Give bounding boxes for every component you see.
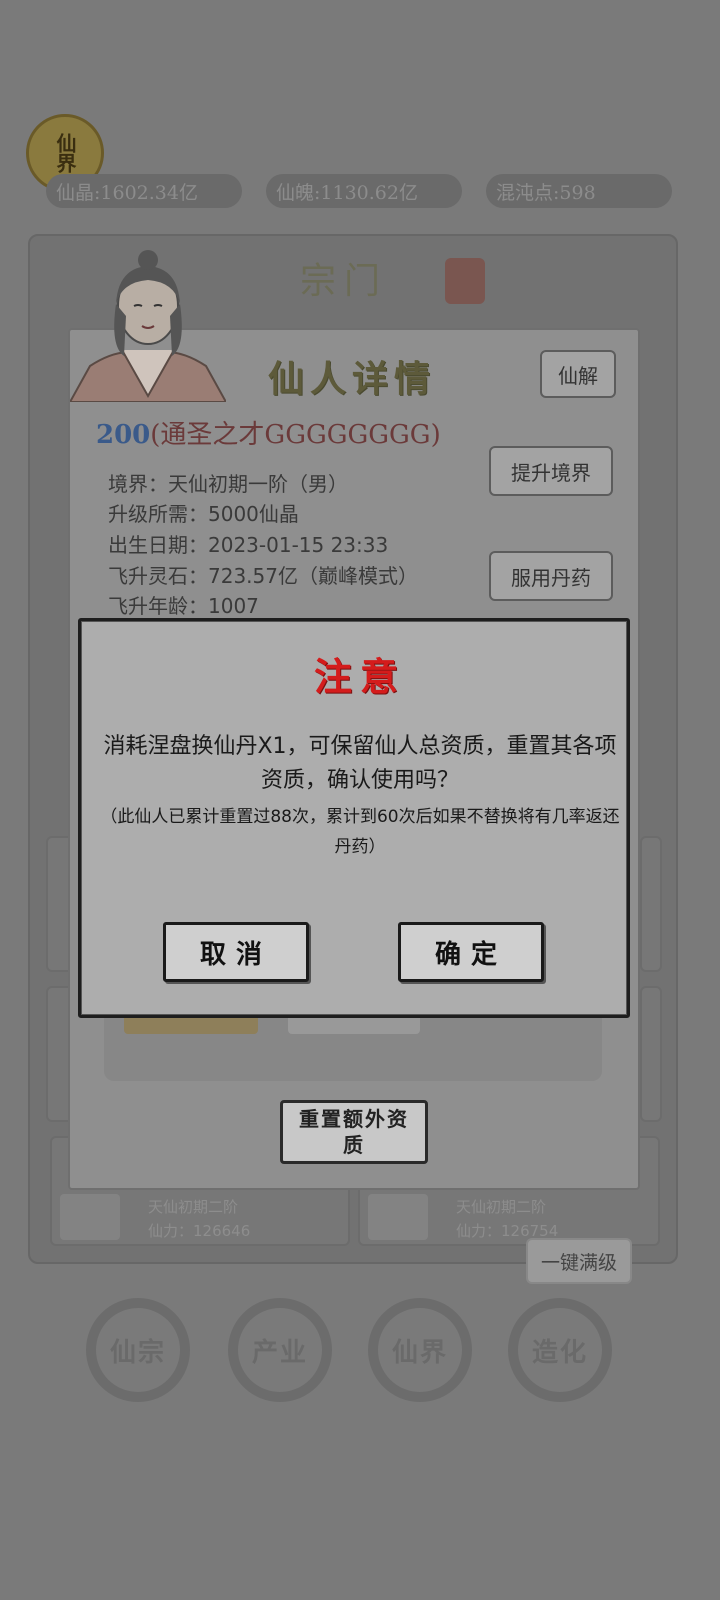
nav-chanye[interactable]: 产业	[228, 1298, 332, 1402]
aptitude-number: 200	[96, 420, 151, 450]
info-ascend-stone: 飞升灵石：723.57亿（巅峰模式）	[108, 564, 418, 588]
confirm-button[interactable]: 确定	[398, 922, 544, 982]
detail-title: 仙人详情	[268, 358, 437, 400]
cancel-button[interactable]: 取消	[163, 922, 309, 982]
resource-xianjing: 仙晶:1602.34亿	[46, 174, 242, 208]
dialog-note: （此仙人已累计重置过88次，累计到60次后如果不替换将有几率返还丹药）	[100, 807, 620, 857]
nav-xianzong[interactable]: 仙宗	[86, 1298, 190, 1402]
info-birth-date: 出生日期：2023-01-15 23:33	[108, 533, 389, 557]
seal-icon	[445, 258, 485, 304]
take-pill-button[interactable]: 服用丹药	[489, 551, 613, 601]
aptitude-rating: 200(通圣之才GGGGGGGG)	[96, 414, 441, 451]
bg-card-right-2	[640, 986, 662, 1122]
avatar	[60, 1194, 120, 1240]
resource-hundun: 混沌点:598	[486, 174, 672, 208]
reset-extra-aptitude-button[interactable]: 重置额外资质	[280, 1100, 428, 1164]
disciple-realm: 天仙初期二阶	[148, 1198, 239, 1216]
nav-xianjie[interactable]: 仙界	[368, 1298, 472, 1402]
xianjie-button[interactable]: 仙解	[540, 350, 616, 398]
avatar	[368, 1194, 428, 1240]
info-realm: 境界：天仙初期一阶（男）	[108, 472, 348, 496]
sect-title: 宗门	[300, 261, 389, 302]
aptitude-label: (通圣之才GGGGGGGG)	[150, 420, 441, 450]
resource-xianpo: 仙魄:1130.62亿	[266, 174, 462, 208]
character-portrait	[70, 250, 226, 402]
nav-zaohua[interactable]: 造化	[508, 1298, 612, 1402]
disciple-power: 仙力：126646	[148, 1222, 251, 1240]
upgrade-realm-button[interactable]: 提升境界	[489, 446, 613, 496]
dialog-message: 消耗涅盘换仙丹X1，可保留仙人总资质，重置其各项资质，确认使用吗？	[103, 734, 617, 793]
bg-card-right	[640, 836, 662, 972]
info-upgrade-cost: 升级所需：5000仙晶	[108, 502, 299, 526]
one-key-max-button[interactable]: 一键满级	[526, 1238, 632, 1284]
dialog-title: 注意	[313, 654, 406, 699]
disciple-realm: 天仙初期二阶	[456, 1198, 547, 1216]
info-ascend-age: 飞升年龄：1007	[108, 594, 259, 618]
